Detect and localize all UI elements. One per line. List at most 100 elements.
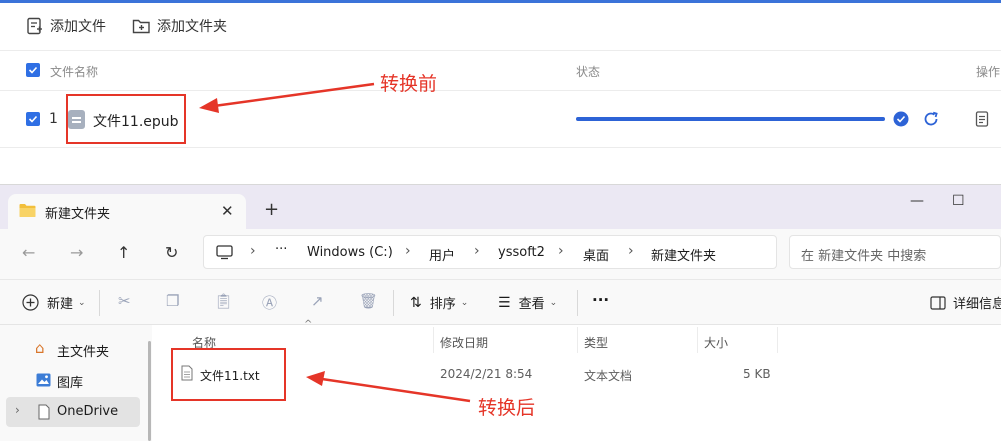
tab-new-folder[interactable]: 新建文件夹 ✕: [8, 194, 246, 229]
sort-icon: ⇅: [410, 294, 422, 311]
sidebar-item-home[interactable]: ⌂ 主文件夹: [6, 334, 140, 364]
sort-label: 排序: [429, 297, 456, 312]
sort-ascending-icon: ^: [304, 319, 313, 330]
file-modified-cell: 2024/2/21 8:54: [440, 367, 533, 381]
tab-title: 新建文件夹: [45, 207, 111, 222]
column-divider: [777, 327, 778, 353]
chevron-right-icon[interactable]: ›: [15, 403, 20, 417]
view-button[interactable]: ☰ 查看 ⌄: [498, 293, 558, 313]
add-folder-button[interactable]: 添加文件夹: [132, 14, 227, 38]
more-options-icon[interactable]: ···: [592, 291, 609, 309]
sidebar-item-onedrive[interactable]: › OneDrive: [6, 397, 140, 427]
search-input[interactable]: 在 新建文件夹 中搜索: [789, 235, 1001, 269]
rename-icon[interactable]: Ⓐ: [262, 292, 277, 313]
refresh-icon[interactable]: ↻: [165, 243, 178, 262]
breadcrumb-item[interactable]: Windows (C:): [307, 245, 393, 260]
sidebar-item-label: 图库: [57, 376, 84, 391]
close-tab-icon[interactable]: ✕: [221, 202, 234, 220]
new-button[interactable]: 新建 ⌄: [22, 293, 86, 312]
add-folder-icon: [132, 19, 150, 34]
details-pane-icon: [930, 295, 946, 310]
column-header-file-name: 文件名称: [50, 65, 99, 79]
sidebar-scrollbar[interactable]: [148, 341, 151, 441]
add-file-button[interactable]: 添加文件: [26, 14, 106, 38]
home-icon: ⌂: [35, 339, 45, 357]
column-divider: [433, 327, 434, 353]
command-separator: [393, 290, 394, 316]
chevron-down-icon: ⌄: [460, 297, 469, 308]
command-separator: [577, 290, 578, 316]
sidebar-item-gallery[interactable]: 图库: [6, 365, 140, 395]
folder-icon: [19, 204, 36, 217]
command-separator: [99, 290, 100, 316]
file-size-cell: 5 KB: [743, 367, 771, 381]
copy-icon[interactable]: ❐: [166, 292, 179, 310]
breadcrumb-item[interactable]: 桌面: [583, 245, 609, 264]
command-bar: 新建 ⌄ ✂ ❐ 📋︎ Ⓐ ↗ 🗑︎ ⇅ 排序 ⌄ ☰ 查看 ⌄ ··· 详细信…: [0, 279, 1001, 325]
view-label: 查看: [518, 297, 545, 312]
checkmark-icon: [28, 66, 38, 74]
navigation-bar: ← → ↑ ↻ › ··· Windows (C:) › 用户 › yssoft…: [0, 229, 1001, 279]
add-folder-label: 添加文件夹: [157, 19, 227, 35]
highlight-box-before: [66, 94, 186, 144]
select-all-checkbox[interactable]: [26, 63, 40, 77]
done-check-icon: [893, 111, 909, 127]
gallery-icon: [36, 373, 51, 387]
converter-app: 添加文件 添加文件夹 文件名称 状态 操作 1 文件11.epub 转换前: [0, 0, 1001, 184]
tab-strip: 新建文件夹 ✕ + — ☐: [0, 185, 1001, 229]
file-type-cell: 文本文档: [584, 369, 633, 383]
breadcrumb-item[interactable]: 新建文件夹: [651, 245, 716, 264]
view-file-icon[interactable]: [975, 111, 989, 127]
maximize-icon[interactable]: ☐: [952, 193, 965, 209]
app-accent-line: [0, 0, 1001, 3]
checkmark-icon: [28, 115, 38, 123]
annotation-before-label: 转换前: [380, 73, 438, 95]
cut-icon[interactable]: ✂: [118, 292, 131, 310]
plus-circle-icon: [22, 294, 39, 311]
column-header-size[interactable]: 大小: [704, 334, 728, 351]
column-header-status: 状态: [576, 65, 601, 79]
breadcrumb-separator-icon: ›: [405, 243, 411, 259]
address-bar[interactable]: › ··· Windows (C:) › 用户 › yssoft2 › 桌面 ›…: [203, 235, 777, 269]
share-icon[interactable]: ↗: [311, 292, 324, 310]
breadcrumb-item[interactable]: 用户: [429, 245, 455, 264]
explorer-body: ⌂ 主文件夹 图库 › OneDrive ^ 名称 修改日期 类型 大小 文件1…: [0, 319, 1001, 441]
details-label: 详细信息: [953, 297, 1001, 312]
add-file-icon: [27, 17, 42, 35]
toolbar-divider: [0, 50, 1001, 51]
up-icon[interactable]: ↑: [117, 243, 130, 262]
column-header-type[interactable]: 类型: [584, 334, 608, 351]
breadcrumb-item[interactable]: yssoft2: [498, 245, 545, 260]
column-divider: [697, 327, 698, 353]
column-header-actions: 操作: [976, 65, 1001, 79]
row-checkbox[interactable]: [26, 112, 40, 126]
sidebar-item-label: 主文件夹: [57, 345, 110, 360]
forward-icon[interactable]: →: [70, 243, 83, 262]
add-file-label: 添加文件: [50, 19, 106, 35]
annotation-after-label: 转换后: [478, 397, 536, 419]
column-divider: [577, 327, 578, 353]
breadcrumb-separator-icon: ›: [558, 243, 564, 259]
new-tab-icon[interactable]: +: [264, 199, 279, 220]
header-divider: [0, 90, 1001, 91]
paste-icon[interactable]: 📋︎: [214, 292, 233, 310]
chevron-down-icon: ⌄: [78, 297, 86, 308]
refresh-icon[interactable]: [922, 110, 940, 128]
delete-icon[interactable]: 🗑︎: [359, 292, 378, 310]
chevron-down-icon: ⌄: [549, 297, 558, 308]
file-explorer-window: 新建文件夹 ✕ + — ☐ ← → ↑ ↻ › ··· Windows (C:)…: [0, 184, 1001, 441]
column-header-modified[interactable]: 修改日期: [440, 334, 488, 351]
back-icon[interactable]: ←: [22, 243, 35, 262]
row-divider: [0, 147, 1001, 148]
details-pane-button[interactable]: 详细信息: [930, 293, 1001, 312]
breadcrumb-overflow-icon[interactable]: ···: [275, 242, 287, 257]
breadcrumb-separator-icon: ›: [628, 243, 634, 259]
view-list-icon: ☰: [498, 294, 511, 311]
breadcrumb-separator-icon: ›: [250, 243, 256, 259]
search-placeholder: 在 新建文件夹 中搜索: [801, 249, 927, 264]
computer-icon: [216, 245, 233, 260]
sort-button[interactable]: ⇅ 排序 ⌄: [410, 293, 469, 313]
sidebar-item-label: OneDrive: [57, 404, 119, 419]
highlight-box-after: [171, 348, 286, 401]
minimize-icon[interactable]: —: [910, 193, 924, 209]
